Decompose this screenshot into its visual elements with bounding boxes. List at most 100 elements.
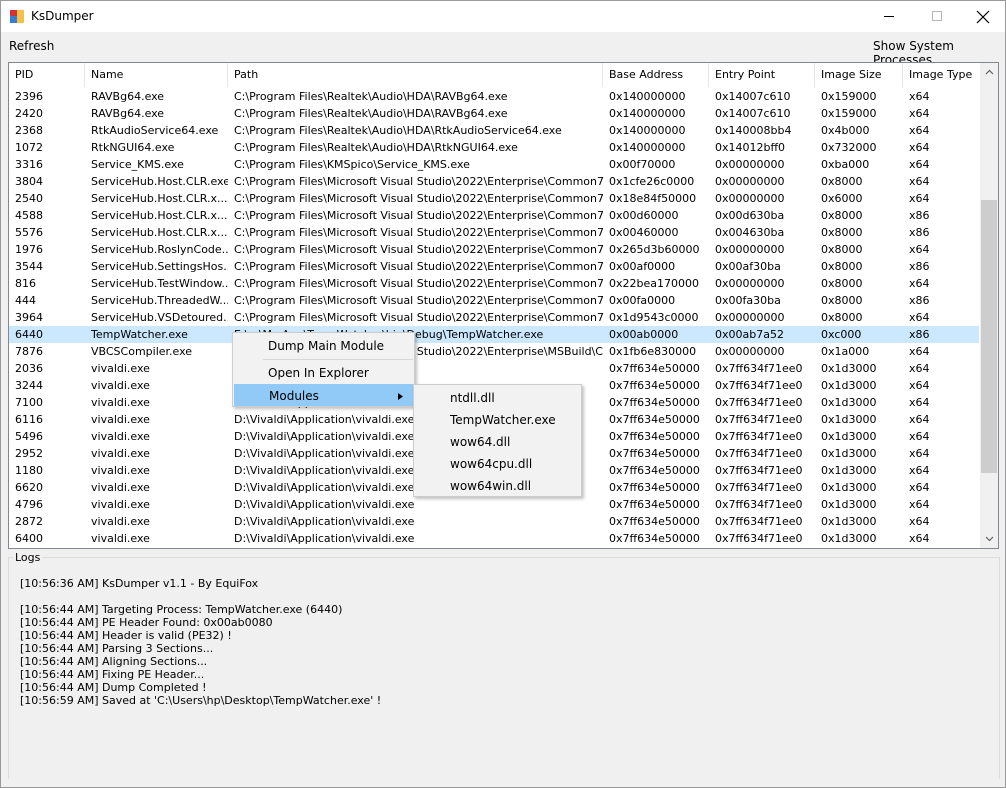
vertical-scrollbar[interactable] xyxy=(980,63,998,548)
scroll-up-button[interactable] xyxy=(980,63,998,81)
cell-name: RAVBg64.exe xyxy=(91,90,165,103)
cell-pid: 6116 xyxy=(15,413,43,426)
table-row[interactable]: 1072 RtkNGUI64.exe C:\Program Files\Realte… xyxy=(9,139,979,156)
table-row[interactable]: 3316 Service_KMS.exe C:\Program Files\KMSp… xyxy=(9,156,979,173)
cell-image-type: x64 xyxy=(909,498,930,511)
cell-base-address: 0x7ff634e50000 xyxy=(609,447,700,460)
module-menu-item[interactable]: wow64win.dll xyxy=(415,475,580,497)
cell-name: ServiceHub.ThreadedW... xyxy=(91,294,228,307)
cell-name: vivaldi.exe xyxy=(91,532,150,545)
cell-image-type: x64 xyxy=(909,311,930,324)
cell-pid: 3804 xyxy=(15,175,43,188)
cell-image-size: 0x1d3000 xyxy=(821,515,877,528)
close-icon xyxy=(976,10,990,24)
cell-base-address: 0x265d3b60000 xyxy=(609,243,700,256)
cell-image-size: 0x6000 xyxy=(821,192,863,205)
cell-image-type: x64 xyxy=(909,413,930,426)
cell-pid: 2540 xyxy=(15,192,43,205)
cell-entry-point: 0x14007c610 xyxy=(715,107,791,120)
open-in-explorer-menu-item[interactable]: Open In Explorer xyxy=(234,362,413,384)
minimize-button[interactable] xyxy=(866,1,912,32)
table-row[interactable]: 5576 ServiceHub.Host.CLR.x... C:\Program F… xyxy=(9,224,979,241)
cell-image-type: x64 xyxy=(909,141,930,154)
cell-image-type: x86 xyxy=(909,260,930,273)
table-row[interactable]: 2396 RAVBg64.exe C:\Program Files\Realtek\… xyxy=(9,88,979,105)
log-line: [10:56:44 AM] PE Header Found: 0x00ab008… xyxy=(20,616,273,629)
cell-pid: 1072 xyxy=(15,141,43,154)
close-button[interactable] xyxy=(959,1,1005,32)
cell-entry-point: 0x00fa30ba xyxy=(715,294,781,307)
cell-path: C:\Program Files\Microsoft Visual Studio… xyxy=(234,277,603,290)
cell-image-size: 0x1d3000 xyxy=(821,498,877,511)
table-row[interactable]: 3964 ServiceHub.VSDetoured... C:\Program F… xyxy=(9,309,979,326)
col-path[interactable]: Path xyxy=(228,63,603,87)
table-row[interactable]: 4588 ServiceHub.Host.CLR.x... C:\Program F… xyxy=(9,207,979,224)
cell-name: RAVBg64.exe xyxy=(91,107,165,120)
module-menu-item[interactable]: TempWatcher.exe xyxy=(415,409,580,431)
cell-pid: 6400 xyxy=(15,532,43,545)
cell-image-size: 0x159000 xyxy=(821,90,877,103)
cell-image-type: x86 xyxy=(909,294,930,307)
cell-name: VBCSCompiler.exe xyxy=(91,345,193,358)
log-line: [10:56:44 AM] Aligning Sections... xyxy=(20,655,208,668)
modules-menu-item[interactable]: Modules xyxy=(234,384,413,406)
table-row[interactable]: 2872 vivaldi.exe D:\Vivaldi\Application\vi… xyxy=(9,513,979,530)
table-row[interactable]: 4796 vivaldi.exe D:\Vivaldi\Application\vi… xyxy=(9,496,979,513)
cell-image-type: x64 xyxy=(909,345,930,358)
table-row[interactable]: 816 ServiceHub.TestWindow... C:\Program Fi… xyxy=(9,275,979,292)
module-menu-item[interactable]: wow64cpu.dll xyxy=(415,453,580,475)
module-menu-item[interactable]: ntdll.dll xyxy=(415,387,580,409)
cell-image-type: x64 xyxy=(909,243,930,256)
table-row[interactable]: 2036vivaldi.exeD:\Vivaldi\Application\vi… xyxy=(9,360,979,377)
cell-image-type: x86 xyxy=(909,328,930,341)
col-image-type[interactable]: Image Type xyxy=(903,63,979,87)
cell-image-size: 0x1d3000 xyxy=(821,379,877,392)
logs-textbox[interactable]: [10:56:36 AM] KsDumper v1.1 - By EquiFox… xyxy=(9,567,999,779)
col-image-size[interactable]: Image Size xyxy=(815,63,903,87)
col-base-address[interactable]: Base Address xyxy=(603,63,709,87)
col-entry-point[interactable]: Entry Point xyxy=(709,63,815,87)
table-row[interactable]: 3804 ServiceHub.Host.CLR.exe C:\Program Fi… xyxy=(9,173,979,190)
modules-menu-label: Modules xyxy=(269,389,319,403)
table-row[interactable]: 6400 vivaldi.exe D:\Vivaldi\Application\vi… xyxy=(9,530,979,547)
cell-name: ServiceHub.TestWindow... xyxy=(91,277,228,290)
dump-main-module-menu-item[interactable]: Dump Main Module xyxy=(234,335,413,357)
cell-pid: 7100 xyxy=(15,396,43,409)
cell-base-address: 0x7ff634e50000 xyxy=(609,430,700,443)
cell-image-type: x64 xyxy=(909,481,930,494)
module-menu-item[interactable]: wow64.dll xyxy=(415,431,580,453)
maximize-button[interactable] xyxy=(914,1,960,32)
scroll-down-button[interactable] xyxy=(980,530,998,548)
cell-path: C:\Program Files\Realtek\Audio\HDA\RtkAu… xyxy=(234,124,562,137)
cell-image-type: x64 xyxy=(909,430,930,443)
cell-entry-point: 0x7ff634f71ee0 xyxy=(715,515,803,528)
table-row[interactable]: 444 ServiceHub.ThreadedW... C:\Program Fil… xyxy=(9,292,979,309)
table-row[interactable]: 6440TempWatcher.exeE:\...\My App\TempWat… xyxy=(9,326,979,343)
cell-base-address: 0x18e84f50000 xyxy=(609,192,697,205)
table-row[interactable]: 2540 ServiceHub.Host.CLR.x... C:\Program F… xyxy=(9,190,979,207)
cell-image-size: 0x1d3000 xyxy=(821,430,877,443)
col-pid[interactable]: PID xyxy=(9,63,85,87)
cell-entry-point: 0x14012bff0 xyxy=(715,141,786,154)
modules-submenu: ntdll.dll TempWatcher.exe wow64.dll wow64cp… xyxy=(413,384,582,497)
logs-label: Logs xyxy=(13,551,43,564)
cell-name: vivaldi.exe xyxy=(91,413,150,426)
context-menu: Dump Main Module Open In Explorer Module… xyxy=(232,332,415,407)
cell-path: C:\Program Files\Microsoft Visual Studio… xyxy=(234,175,603,188)
cell-entry-point: 0x00d630ba xyxy=(715,209,785,222)
table-row[interactable]: 7876 VBCSCompiler.exe C:\Program Files\Mic… xyxy=(9,343,979,360)
table-row[interactable]: 1976 ServiceHub.RoslynCode... C:\Program F… xyxy=(9,241,979,258)
cell-image-size: 0x8000 xyxy=(821,209,863,222)
cell-path: C:\Program Files\Microsoft Visual Studio… xyxy=(234,260,603,273)
table-row[interactable]: 2420 RAVBg64.exe C:\Program Files\Realtek\… xyxy=(9,105,979,122)
table-row[interactable]: 3544 ServiceHub.SettingsHos... C:\Program … xyxy=(9,258,979,275)
scroll-thumb[interactable] xyxy=(981,200,997,473)
cell-pid: 6620 xyxy=(15,481,43,494)
col-name[interactable]: Name xyxy=(85,63,228,87)
table-row[interactable]: 2368 RtkAudioService64.exe C:\Program File… xyxy=(9,122,979,139)
refresh-button[interactable]: Refresh xyxy=(9,39,54,53)
cell-image-size: 0x8000 xyxy=(821,175,863,188)
app-window: KsDumper Refresh Show System Processes P… xyxy=(0,0,1006,788)
cell-image-size: 0x1d3000 xyxy=(821,481,877,494)
cell-name: ServiceHub.Host.CLR.x... xyxy=(91,226,228,239)
